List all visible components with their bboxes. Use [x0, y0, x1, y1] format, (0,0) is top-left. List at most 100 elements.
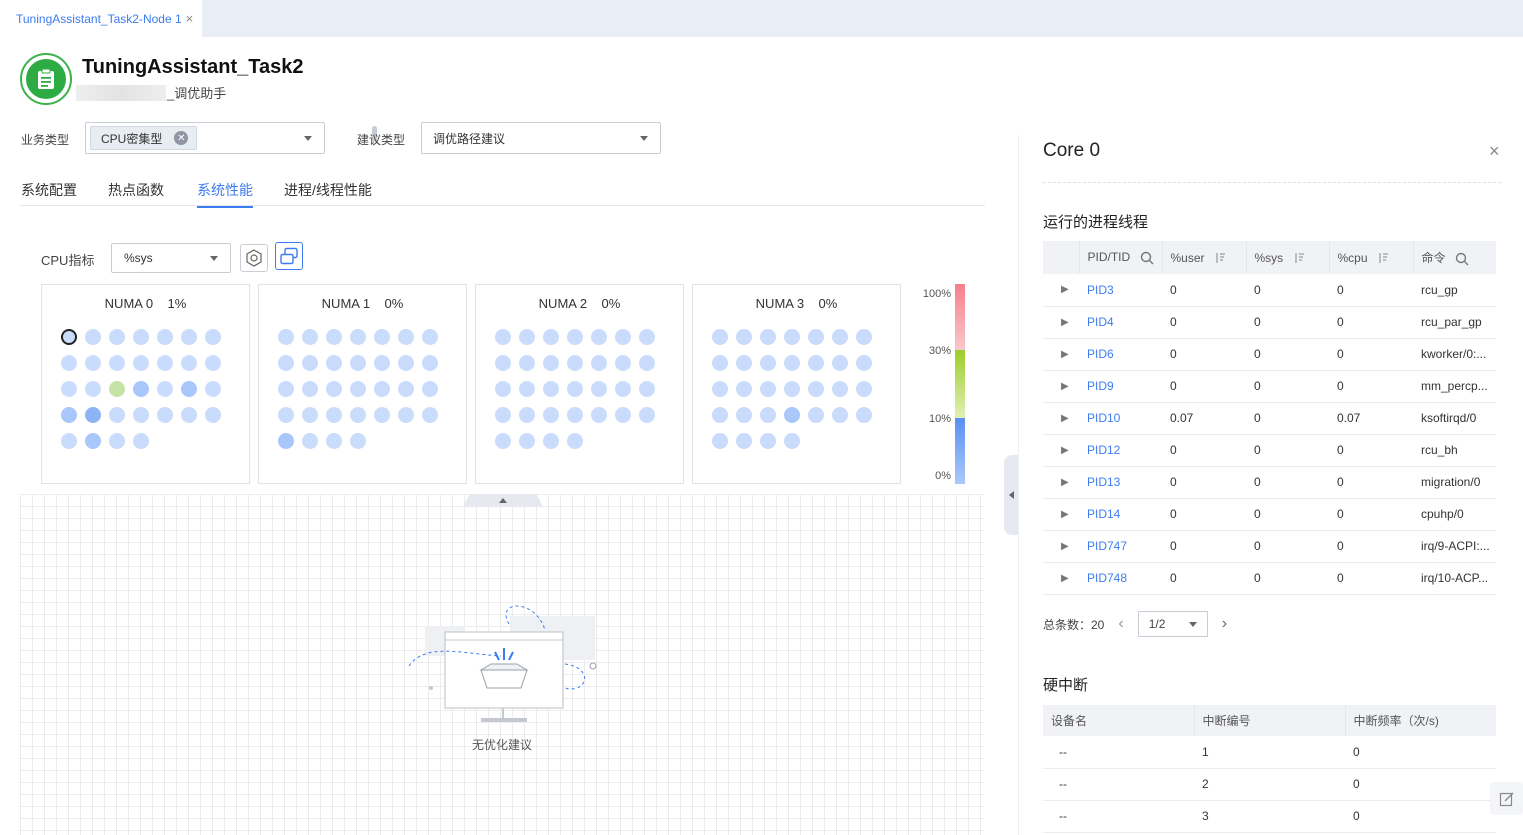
- core-dot[interactable]: [398, 329, 414, 345]
- core-dot[interactable]: [85, 381, 101, 397]
- core-dot[interactable]: [398, 407, 414, 423]
- core-dot[interactable]: [326, 407, 342, 423]
- suggestion-type-select[interactable]: 调优路径建议: [421, 122, 661, 154]
- expand-icon[interactable]: ▶: [1043, 306, 1079, 339]
- table-row[interactable]: ▶ PID13 0 0 0 migration/0: [1043, 466, 1496, 499]
- core-dot[interactable]: [374, 329, 390, 345]
- pid-link[interactable]: PID748: [1079, 562, 1162, 595]
- search-icon[interactable]: [1140, 251, 1154, 265]
- core-dot[interactable]: [856, 355, 872, 371]
- core-dot[interactable]: [302, 355, 318, 371]
- view-toggle-button[interactable]: [275, 242, 303, 270]
- core-dot[interactable]: [856, 381, 872, 397]
- core-dot[interactable]: [495, 433, 511, 449]
- core-dot[interactable]: [205, 329, 221, 345]
- core-dot[interactable]: [133, 381, 149, 397]
- page-select[interactable]: 1/2: [1137, 611, 1208, 637]
- feedback-button[interactable]: [1490, 782, 1523, 815]
- core-dot[interactable]: [398, 355, 414, 371]
- pid-link[interactable]: PID13: [1079, 466, 1162, 499]
- core-dot[interactable]: [61, 329, 77, 345]
- pid-link[interactable]: PID4: [1079, 306, 1162, 339]
- pid-link[interactable]: PID9: [1079, 370, 1162, 403]
- pid-link[interactable]: PID3: [1079, 274, 1162, 307]
- column-header-sys[interactable]: %sys: [1246, 241, 1330, 274]
- core-dot[interactable]: [712, 433, 728, 449]
- panel-toggle-button[interactable]: [1004, 455, 1018, 535]
- core-dot[interactable]: [591, 355, 607, 371]
- table-row[interactable]: ▶ PID12 0 0 0 rcu_bh: [1043, 434, 1496, 467]
- core-dot[interactable]: [832, 407, 848, 423]
- table-row[interactable]: ▶ PID14 0 0 0 cpuhp/0: [1043, 498, 1496, 531]
- core-dot[interactable]: [278, 381, 294, 397]
- core-dot[interactable]: [615, 329, 631, 345]
- core-dot[interactable]: [133, 355, 149, 371]
- core-dot[interactable]: [181, 381, 197, 397]
- core-dot[interactable]: [350, 381, 366, 397]
- sort-icon[interactable]: [1293, 252, 1305, 264]
- core-dot[interactable]: [615, 355, 631, 371]
- core-dot[interactable]: [784, 381, 800, 397]
- core-dot[interactable]: [519, 381, 535, 397]
- sort-icon[interactable]: [1214, 252, 1226, 264]
- expand-icon[interactable]: ▶: [1043, 466, 1079, 499]
- expand-icon[interactable]: ▶: [1043, 338, 1079, 371]
- core-dot[interactable]: [567, 381, 583, 397]
- core-dot[interactable]: [109, 329, 125, 345]
- core-dot[interactable]: [181, 329, 197, 345]
- column-header-cpu[interactable]: %cpu: [1329, 241, 1414, 274]
- core-dot[interactable]: [495, 329, 511, 345]
- core-dot[interactable]: [302, 407, 318, 423]
- pid-link[interactable]: PID747: [1079, 530, 1162, 563]
- core-dot[interactable]: [133, 433, 149, 449]
- core-dot[interactable]: [109, 381, 125, 397]
- table-row[interactable]: ▶ PID6 0 0 0 kworker/0:...: [1043, 338, 1496, 371]
- core-dot[interactable]: [205, 355, 221, 371]
- core-dot[interactable]: [495, 355, 511, 371]
- core-dot[interactable]: [157, 381, 173, 397]
- core-dot[interactable]: [639, 407, 655, 423]
- core-dot[interactable]: [519, 329, 535, 345]
- core-dot[interactable]: [567, 407, 583, 423]
- core-dot[interactable]: [519, 407, 535, 423]
- table-row[interactable]: ▶ PID9 0 0 0 mm_percp...: [1043, 370, 1496, 403]
- table-row[interactable]: ▶ PID748 0 0 0 irq/10-ACP...: [1043, 562, 1496, 595]
- core-dot[interactable]: [61, 381, 77, 397]
- core-dot[interactable]: [736, 407, 752, 423]
- table-row[interactable]: ▶ PID747 0 0 0 irq/9-ACPI:...: [1043, 530, 1496, 563]
- chip-remove-icon[interactable]: ✕: [174, 131, 189, 145]
- core-dot[interactable]: [760, 355, 776, 371]
- core-dot[interactable]: [543, 355, 559, 371]
- core-dot[interactable]: [760, 433, 776, 449]
- core-dot[interactable]: [85, 329, 101, 345]
- core-dot[interactable]: [326, 329, 342, 345]
- core-dot[interactable]: [736, 355, 752, 371]
- expand-icon[interactable]: ▶: [1043, 274, 1079, 307]
- core-dot[interactable]: [374, 407, 390, 423]
- core-dot[interactable]: [350, 407, 366, 423]
- core-dot[interactable]: [808, 355, 824, 371]
- core-dot[interactable]: [398, 381, 414, 397]
- core-dot[interactable]: [205, 407, 221, 423]
- core-dot[interactable]: [157, 407, 173, 423]
- core-dot[interactable]: [543, 381, 559, 397]
- table-row[interactable]: ▶ PID4 0 0 0 rcu_par_gp: [1043, 306, 1496, 339]
- core-dot[interactable]: [278, 355, 294, 371]
- cpu-metric-select[interactable]: %sys: [111, 243, 231, 273]
- core-dot[interactable]: [302, 433, 318, 449]
- core-dot[interactable]: [760, 329, 776, 345]
- expand-icon[interactable]: ▶: [1043, 562, 1079, 595]
- core-dot[interactable]: [591, 329, 607, 345]
- tab-task-node[interactable]: TuningAssistant_Task2-Node 1 ×: [0, 0, 202, 37]
- expand-icon[interactable]: ▶: [1043, 434, 1079, 467]
- core-dot[interactable]: [712, 355, 728, 371]
- table-row[interactable]: ▶ PID3 0 0 0 rcu_gp: [1043, 274, 1496, 307]
- prev-page-icon[interactable]: ‹: [1118, 615, 1123, 633]
- core-dot[interactable]: [784, 433, 800, 449]
- core-dot[interactable]: [519, 355, 535, 371]
- core-dot[interactable]: [615, 381, 631, 397]
- core-dot[interactable]: [736, 433, 752, 449]
- tab-system-config[interactable]: 系统配置: [21, 180, 77, 206]
- pid-link[interactable]: PID10: [1079, 402, 1162, 435]
- core-dot[interactable]: [350, 355, 366, 371]
